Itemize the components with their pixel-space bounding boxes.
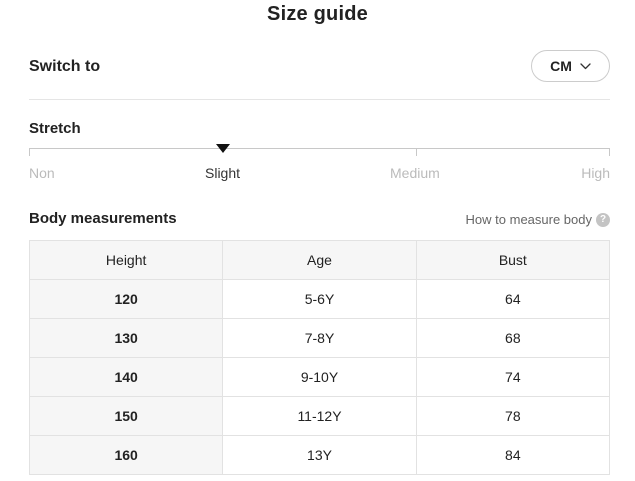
stretch-level-medium: Medium (390, 165, 440, 181)
bust-cell: 68 (415, 318, 611, 358)
column-header-height: Height (28, 240, 224, 280)
height-cell: 130 (28, 318, 224, 358)
size-guide-title: Size guide (267, 3, 368, 25)
height-cell: 120 (28, 279, 224, 319)
unit-switch-row: Switch to CM (29, 50, 610, 84)
height-cell: 150 (28, 396, 224, 436)
table-row: 120 5-6Y 64 (28, 279, 611, 319)
table-row: 160 13Y 84 (28, 435, 611, 475)
age-cell: 7-8Y (222, 318, 417, 358)
column-header-age: Age (222, 240, 417, 280)
stretch-level-non: Non (29, 165, 55, 181)
stretch-tick-medium (416, 148, 417, 156)
table-row: 130 7-8Y 68 (28, 318, 611, 358)
body-measurements-title: Body measurements (29, 210, 177, 227)
size-table: Height Age Bust 120 5-6Y 64 130 7-8Y 68 … (28, 240, 611, 475)
section-divider (29, 99, 610, 100)
height-cell: 160 (28, 435, 224, 475)
age-cell: 11-12Y (222, 396, 417, 436)
question-icon: ? (596, 212, 610, 227)
height-cell: 140 (28, 357, 224, 397)
unit-select-button[interactable]: CM (531, 50, 610, 82)
switch-label: Switch to (29, 58, 101, 75)
age-cell: 5-6Y (222, 279, 417, 319)
stretch-scale: Non Slight Medium High (29, 144, 610, 184)
table-header-row: Height Age Bust (28, 240, 611, 280)
stretch-tick-non (29, 148, 30, 156)
chevron-down-icon (580, 62, 591, 70)
age-cell: 13Y (222, 435, 417, 475)
stretch-level-high: High (581, 165, 610, 181)
bust-cell: 84 (415, 435, 611, 475)
unit-select-value: CM (550, 58, 572, 74)
bust-cell: 78 (415, 396, 611, 436)
column-header-bust: Bust (415, 240, 611, 280)
body-measurements-header: Body measurements How to measure body ? (29, 210, 610, 230)
stretch-selected-marker-icon (216, 144, 230, 153)
stretch-tick-high (609, 148, 610, 156)
how-to-measure-label: How to measure body (465, 212, 592, 227)
bust-cell: 74 (415, 357, 611, 397)
table-row: 140 9-10Y 74 (28, 357, 611, 397)
stretch-level-slight: Slight (205, 165, 241, 181)
stretch-scale-line (29, 148, 610, 149)
age-cell: 9-10Y (222, 357, 417, 397)
how-to-measure-link[interactable]: How to measure body ? (466, 212, 610, 227)
stretch-title: Stretch (29, 120, 81, 137)
table-row: 150 11-12Y 78 (28, 396, 611, 436)
bust-cell: 64 (415, 279, 611, 319)
